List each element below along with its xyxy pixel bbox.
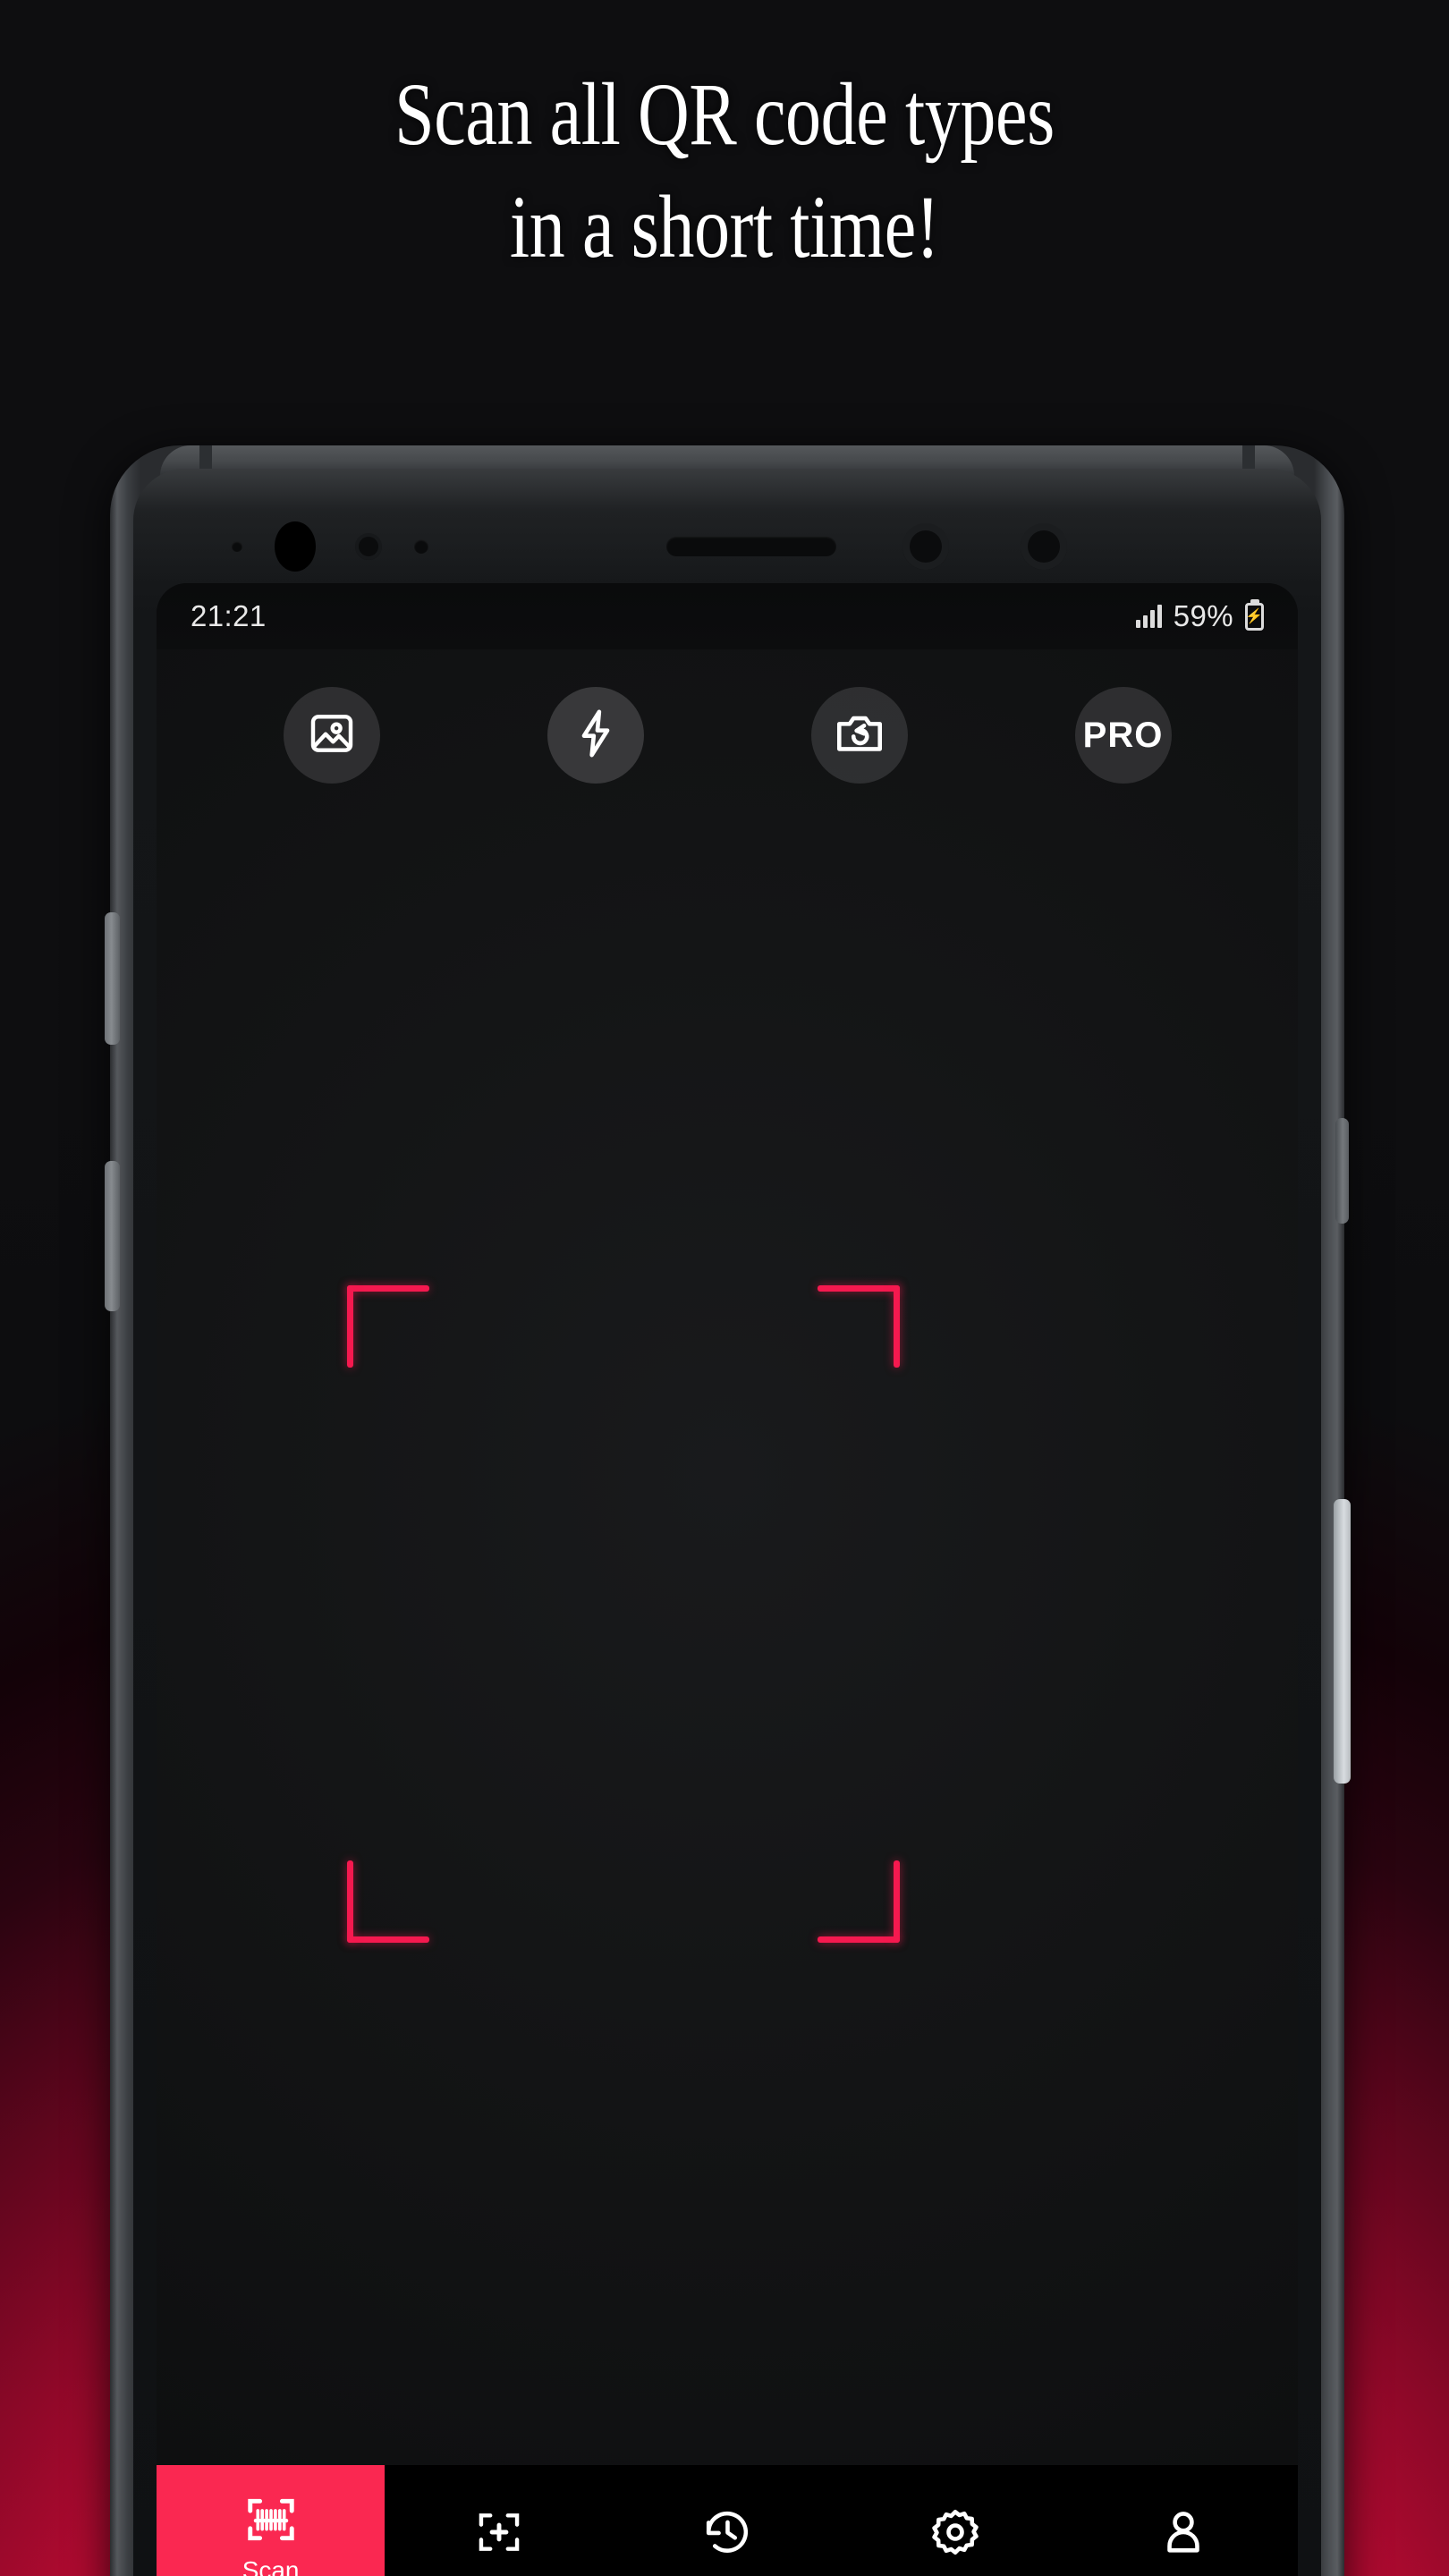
page-title: Scan all QR code types in a short time! — [145, 70, 1304, 272]
nav-scan-label: Scan — [242, 2556, 300, 2576]
flash-button[interactable] — [547, 687, 644, 784]
headline-line-1: Scan all QR code types — [394, 64, 1055, 164]
camera-lens-icon-2 — [1021, 523, 1067, 570]
barcode-scan-icon — [243, 2492, 299, 2547]
viewfinder-corner-top-right — [818, 1285, 900, 1368]
proximity-sensor-icon — [232, 541, 242, 552]
scan-viewfinder — [347, 1285, 900, 1943]
battery-charging-icon — [1245, 602, 1264, 631]
bottom-navigation-bar: Scan — [157, 2465, 1298, 2576]
flash-icon — [570, 708, 622, 764]
front-camera-icon — [275, 521, 316, 572]
camera-lens-icon-1 — [902, 523, 949, 570]
phone-bezel: 21:21 59% ⚡ PRO Scan — [133, 469, 1321, 2576]
phone-screen: 21:21 59% ⚡ PRO Scan — [157, 583, 1298, 2576]
viewfinder-corner-bottom-right — [818, 1860, 900, 1943]
headline-line-2: in a short time! — [509, 177, 940, 276]
light-sensor-icon — [414, 539, 428, 554]
earpiece-speaker-icon — [666, 537, 836, 556]
nav-settings[interactable] — [842, 2465, 1070, 2576]
bixby-button[interactable] — [1335, 1118, 1349, 1224]
image-icon — [307, 708, 357, 763]
viewfinder-corner-bottom-left — [347, 1860, 429, 1943]
camera-toolbar: PRO — [157, 687, 1298, 784]
nav-profile[interactable] — [1070, 2465, 1298, 2576]
iris-sensor-icon — [355, 533, 382, 560]
sensor-cluster — [133, 515, 1321, 578]
phone-mockup: 21:21 59% ⚡ PRO Scan — [105, 445, 1351, 2576]
gallery-button[interactable] — [283, 687, 380, 784]
signal-bars-icon — [1135, 605, 1162, 628]
status-bar: 21:21 59% — [157, 583, 1298, 649]
nav-history[interactable] — [613, 2465, 841, 2576]
nav-scan[interactable]: Scan — [157, 2465, 386, 2576]
status-bar-time: 21:21 — [191, 599, 267, 632]
volume-down-button[interactable] — [105, 1161, 120, 1311]
status-bar-right: 59% — [1135, 599, 1264, 633]
volume-up-button[interactable] — [105, 912, 120, 1045]
viewfinder-corner-top-left — [347, 1285, 429, 1368]
nav-create[interactable] — [385, 2465, 613, 2576]
pro-badge-icon: PRO — [1082, 715, 1164, 755]
gear-icon — [929, 2506, 981, 2558]
camera-switch-icon — [834, 708, 886, 764]
create-code-icon — [474, 2507, 524, 2557]
camera-preview: PRO Scan — [157, 649, 1298, 2576]
power-button[interactable] — [1334, 1499, 1351, 1784]
switch-camera-button[interactable] — [810, 687, 908, 784]
person-icon — [1157, 2506, 1209, 2558]
pro-button[interactable]: PRO — [1074, 687, 1172, 784]
history-icon — [701, 2506, 753, 2558]
battery-percent-label: 59% — [1173, 599, 1233, 632]
